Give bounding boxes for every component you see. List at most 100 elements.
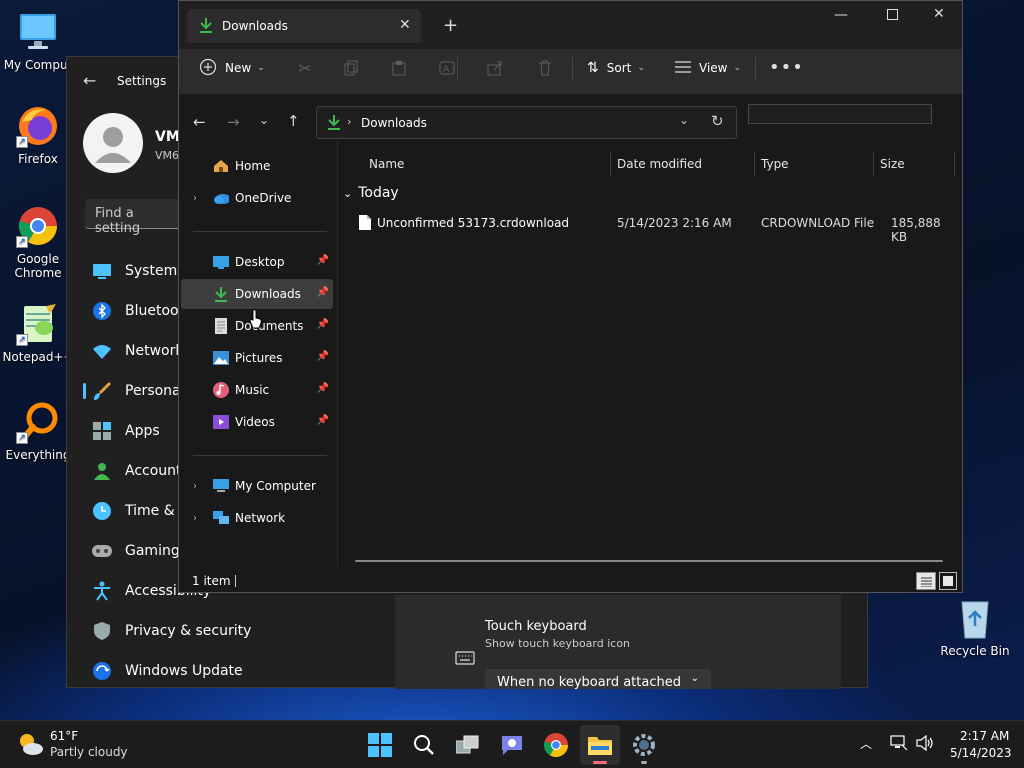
avatar[interactable] (83, 113, 143, 173)
sidebar-item-network[interactable]: › Network (181, 503, 333, 533)
weather-widget[interactable]: 61°F Partly cloudy (14, 727, 144, 763)
forward-arrow-icon[interactable]: → (227, 113, 240, 131)
sidebar-item-home[interactable]: Home (181, 151, 333, 181)
tiles-view-button[interactable] (939, 572, 957, 590)
column-divider[interactable] (954, 151, 955, 177)
shortcut-arrow-icon: ↗ (16, 334, 28, 346)
touch-keyboard-dropdown[interactable]: When no keyboard attached ⌄ (485, 669, 711, 689)
sidebar-item-onedrive[interactable]: › OneDrive (181, 183, 333, 213)
download-icon (327, 114, 341, 133)
settings-nav-apps[interactable]: Apps (91, 413, 160, 449)
settings-nav-accounts[interactable]: Account (91, 453, 182, 489)
pin-icon[interactable]: 📌 (317, 415, 329, 426)
taskbar-file-explorer-button[interactable] (580, 725, 620, 765)
column-header-size[interactable]: Size (880, 149, 905, 179)
explorer-tab-downloads[interactable]: Downloads ✕ (187, 9, 421, 43)
desktop-icon (213, 254, 229, 270)
group-header-today[interactable]: ⌄ Today (343, 185, 399, 201)
delete-icon[interactable] (535, 58, 555, 78)
sidebar-item-downloads[interactable]: Downloads 📌 (181, 279, 333, 309)
column-divider[interactable] (610, 151, 611, 177)
paste-icon[interactable] (389, 58, 409, 78)
network-status-icon[interactable] (890, 735, 908, 754)
sort-arrows-icon: ⇅ (587, 60, 599, 76)
settings-nav-system[interactable]: System (91, 253, 177, 289)
rename-icon[interactable]: A (437, 58, 457, 78)
desktop-icon-recycle-bin[interactable]: Recycle Bin (938, 596, 1012, 658)
settings-nav-network[interactable]: Network (91, 333, 183, 369)
toolbar-separator (572, 57, 573, 81)
show-hidden-icons-chevron[interactable]: ︿ (860, 735, 872, 752)
item-count: 1 item (192, 574, 231, 588)
desktop-icon-chrome[interactable]: ↗ Google Chrome (2, 204, 74, 280)
settings-nav-gaming[interactable]: Gaming (91, 533, 180, 569)
teams-chat-button[interactable] (492, 725, 532, 765)
volume-icon[interactable] (916, 734, 934, 754)
settings-nav-privacy[interactable]: Privacy & security (91, 613, 251, 649)
sidebar-item-videos[interactable]: Videos 📌 (181, 407, 333, 437)
search-button[interactable] (404, 725, 444, 765)
task-view-button[interactable] (448, 725, 488, 765)
desktop-icon-firefox[interactable]: ↗ Firefox (2, 104, 74, 166)
column-header-date[interactable]: Date modified (617, 149, 702, 179)
details-view-button[interactable] (916, 572, 936, 590)
network-icon (213, 510, 229, 526)
settings-nav-bluetooth[interactable]: Bluetoot (91, 293, 184, 329)
settings-nav-personalization[interactable]: Personal (91, 373, 185, 409)
desktop-icon-my-computer[interactable]: My Comput (2, 10, 74, 72)
address-history-chevron-icon[interactable]: ⌄ (679, 113, 689, 127)
status-bar (179, 569, 962, 592)
breadcrumb-chevron-icon: › (347, 115, 352, 128)
desktop-icon-everything[interactable]: ↗ Everything (2, 400, 74, 462)
clock-date[interactable]: 5/14/2023 (950, 746, 1012, 760)
pin-icon[interactable]: 📌 (317, 383, 329, 394)
sort-button[interactable]: ⇅ Sort ⌄ (587, 50, 645, 86)
column-divider[interactable] (754, 151, 755, 177)
view-button[interactable]: View ⌄ (675, 50, 741, 86)
sidebar-item-music[interactable]: Music 📌 (181, 375, 333, 405)
sidebar-item-desktop[interactable]: Desktop 📌 (181, 247, 333, 277)
maximize-button[interactable] (887, 9, 898, 20)
settings-search-input[interactable]: Find a setting (85, 199, 185, 236)
desktop-icon-notepadpp[interactable]: ↗ Notepad++ (2, 302, 74, 364)
close-button[interactable]: ✕ (933, 6, 945, 22)
pin-icon[interactable]: 📌 (317, 287, 329, 298)
expand-chevron-icon[interactable]: › (193, 513, 197, 524)
expand-chevron-icon[interactable]: › (193, 481, 197, 492)
cut-icon[interactable]: ✂ (295, 58, 315, 78)
pin-icon[interactable]: 📌 (317, 255, 329, 266)
clock-time[interactable]: 2:17 AM (960, 729, 1009, 743)
expand-chevron-icon[interactable]: › (193, 193, 197, 204)
start-button[interactable] (360, 725, 400, 765)
sidebar-item-my-computer[interactable]: › My Computer (181, 471, 333, 501)
column-header-type[interactable]: Type (761, 149, 789, 179)
settings-nav-time[interactable]: Time & (91, 493, 175, 529)
breadcrumb[interactable]: Downloads (361, 116, 427, 130)
address-bar[interactable]: › Downloads ⌄ ↻ (316, 106, 737, 139)
sidebar-item-pictures[interactable]: Pictures 📌 (181, 343, 333, 373)
tab-close-icon[interactable]: ✕ (399, 17, 411, 33)
new-button[interactable]: New ⌄ (199, 50, 265, 86)
horizontal-scrollbar[interactable] (355, 560, 943, 562)
settings-nav-windows-update[interactable]: Windows Update (91, 653, 243, 689)
collapse-chevron-icon: ⌄ (343, 187, 353, 200)
column-divider[interactable] (873, 151, 874, 177)
minimize-button[interactable]: — (834, 7, 848, 23)
copy-icon[interactable] (341, 58, 361, 78)
partly-cloudy-icon (16, 731, 44, 760)
back-arrow-icon[interactable]: ← (193, 113, 206, 131)
settings-back-button[interactable]: ← (83, 71, 103, 91)
pin-icon[interactable]: 📌 (317, 319, 329, 330)
share-icon[interactable] (485, 58, 505, 78)
refresh-icon[interactable]: ↻ (711, 112, 724, 130)
up-arrow-icon[interactable]: ↑ (287, 112, 300, 130)
column-header-name[interactable]: Name (369, 149, 404, 179)
table-row[interactable]: Unconfirmed 53173.crdownload 5/14/2023 2… (349, 209, 949, 244)
taskbar-chrome-button[interactable] (536, 725, 576, 765)
more-options-icon[interactable]: ••• (769, 57, 804, 78)
recent-dropdown-icon[interactable]: ⌄ (259, 113, 269, 127)
pin-icon[interactable]: 📌 (317, 351, 329, 362)
search-input[interactable] (748, 104, 932, 124)
new-tab-plus-icon[interactable]: + (443, 15, 458, 36)
taskbar-settings-button[interactable] (624, 725, 664, 765)
